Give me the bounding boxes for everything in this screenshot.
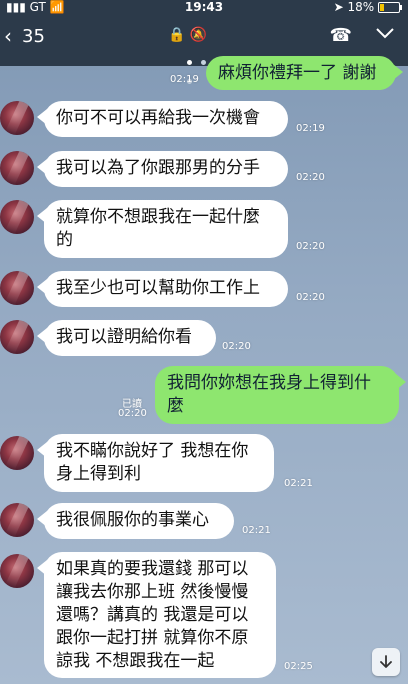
message-text-line: 我不瞞你說好了 我想在你 — [56, 441, 249, 461]
message-bubble[interactable]: 你可不可以再給我一次機會 — [37, 101, 288, 137]
message-text: 你可不可以再給我一次機會 — [56, 108, 260, 128]
message-bubble[interactable]: 如果真的要我還錢 那可以 讓我去你那上班 然後慢慢 還嗎？講真的 我還是可以 跟… — [37, 552, 276, 678]
message-time: 02:19 — [296, 123, 325, 134]
mute-icon: 🔕 — [189, 27, 208, 43]
unread-count[interactable]: 35 — [22, 26, 45, 47]
message-text: 我可以證明給你看 — [56, 327, 192, 347]
message-bubble-me[interactable]: 麻煩你禮拜一了 謝謝 — [206, 56, 403, 90]
message-bubble[interactable]: 我很佩服你的事業心 — [37, 503, 234, 539]
message-bubble[interactable]: 我不瞞你說好了 我想在你 身上得到利 — [37, 434, 274, 492]
avatar[interactable] — [0, 554, 34, 588]
status-bar: ▮▮▮ GT 📶 19:43 ➤ 18% — [0, 0, 408, 16]
message-time: 02:20 — [296, 172, 325, 183]
avatar[interactable] — [0, 151, 34, 185]
message-text-line: 如果真的要我還錢 那可以 — [56, 559, 249, 579]
message-text: 我很佩服你的事業心 — [56, 510, 209, 530]
arrow-down-icon — [380, 655, 392, 668]
avatar[interactable] — [0, 200, 34, 234]
message-time: 02:21 — [284, 478, 313, 489]
message-text: 麻煩你禮拜一了 謝謝 — [218, 63, 377, 83]
message-text-line: 跟你一起打拼 就算你不原 — [56, 628, 249, 648]
avatar[interactable] — [0, 436, 34, 470]
page-dot — [201, 60, 207, 65]
scroll-to-bottom-button[interactable] — [372, 648, 400, 676]
message-bubble[interactable]: 我可以證明給你看 — [37, 320, 216, 356]
message-text: 我至少也可以幫助你工作上 — [56, 278, 260, 298]
message-text-line: 就算你不想跟我在一起什麼 — [56, 207, 260, 227]
avatar[interactable] — [0, 503, 34, 537]
phone-icon[interactable]: ☎ — [330, 25, 352, 46]
message-bubble[interactable]: 我至少也可以幫助你工作上 — [37, 271, 288, 307]
message-text-line: 諒我 不想跟我在一起 — [56, 651, 215, 671]
location-icon: ➤ — [333, 0, 344, 14]
page-indicator — [187, 50, 221, 84]
chevron-down-icon[interactable] — [375, 27, 395, 41]
message-text-line: 的 — [56, 230, 73, 250]
message-text-line: 我問你妳想在我身上得到什 — [167, 373, 371, 393]
message-time: 02:20 — [222, 341, 251, 352]
message-bubble[interactable]: 就算你不想跟我在一起什麼 的 — [37, 200, 288, 258]
back-chevron-icon[interactable]: ‹ — [4, 24, 12, 48]
battery-percent: 18% — [347, 0, 375, 14]
avatar[interactable] — [0, 271, 34, 305]
message-time: 02:19 — [170, 74, 199, 85]
message-bubble[interactable]: 我可以為了你跟那男的分手 — [37, 151, 288, 187]
message-text: 我可以為了你跟那男的分手 — [56, 158, 260, 178]
message-text-line: 身上得到利 — [56, 464, 141, 484]
message-time: 02:20 — [296, 241, 325, 252]
message-time: 02:25 — [284, 661, 313, 672]
chat-status-icons: 🔒 🔕 — [168, 27, 207, 43]
message-text-line: 還嗎？講真的 我還是可以 — [56, 605, 249, 625]
message-text-line: 麼 — [167, 396, 184, 416]
message-time: 02:20 — [118, 408, 147, 419]
avatar[interactable] — [0, 320, 34, 354]
page-dot — [187, 60, 192, 65]
message-time: 02:20 — [296, 292, 325, 303]
lock-icon: 🔒 — [168, 27, 186, 43]
avatar[interactable] — [0, 101, 34, 135]
message-bubble-me[interactable]: 我問你妳想在我身上得到什 麼 — [155, 366, 406, 424]
message-text-line: 讓我去你那上班 然後慢慢 — [56, 582, 249, 602]
battery-icon — [378, 2, 402, 13]
message-time: 02:21 — [242, 525, 271, 536]
